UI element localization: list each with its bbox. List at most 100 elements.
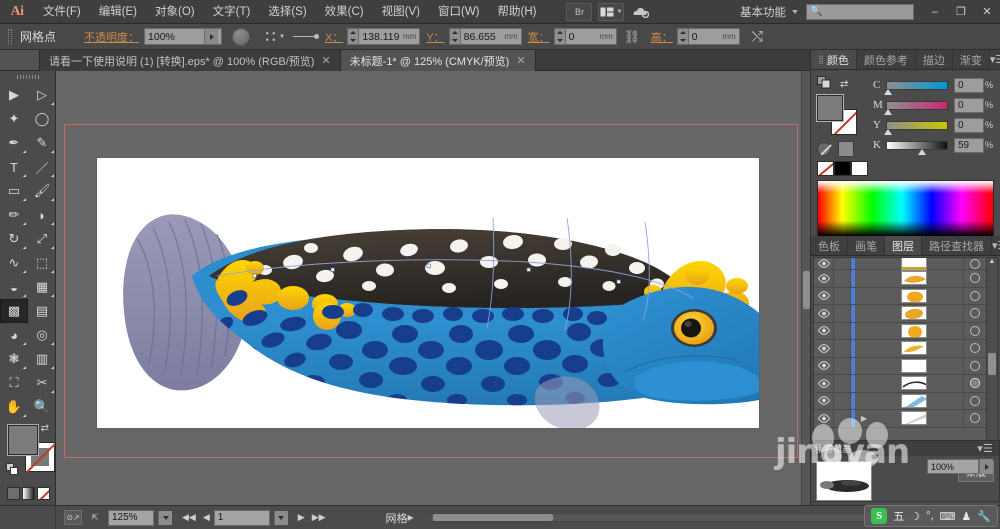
tab-swatches[interactable]: 色板 xyxy=(811,236,848,255)
rotate-tool[interactable]: ↻ xyxy=(0,227,28,251)
column-graph-tool[interactable]: ▥ xyxy=(28,347,56,371)
status-arrow-icon[interactable]: ▶ xyxy=(408,513,414,522)
fill-swatch[interactable] xyxy=(8,425,38,455)
ime-moon-icon[interactable]: ☽ xyxy=(910,510,920,523)
layer-row[interactable] xyxy=(814,340,997,358)
color-swatch-button[interactable] xyxy=(7,487,20,500)
channel-slider-m[interactable] xyxy=(886,101,948,110)
zoom-tool[interactable]: 🔍 xyxy=(28,395,56,419)
page-number-input[interactable]: 1 xyxy=(214,510,270,526)
zoom-level-input[interactable]: 125% xyxy=(108,510,154,526)
y-stepper[interactable] xyxy=(449,28,460,45)
navigator-zoom-dropdown-icon[interactable] xyxy=(979,459,993,474)
tab-layers[interactable]: 图层 xyxy=(885,236,922,255)
sogou-logo-icon[interactable]: S xyxy=(871,508,887,524)
blob-brush-tool[interactable]: ◗ xyxy=(28,203,56,227)
tab-brushes[interactable]: 画笔 xyxy=(848,236,885,255)
line-segment-tool[interactable]: ／ xyxy=(28,155,56,179)
none-swatch-button[interactable] xyxy=(37,487,50,500)
color-preview-swatch[interactable] xyxy=(838,141,854,157)
eye-icon[interactable] xyxy=(814,270,834,287)
eye-icon[interactable] xyxy=(814,393,834,410)
br-icon[interactable]: Br xyxy=(566,3,592,21)
zoom-dropdown-icon[interactable] xyxy=(158,511,172,525)
eye-icon[interactable] xyxy=(814,258,834,269)
search-input[interactable]: 🔍 xyxy=(806,4,914,20)
window-restore-button[interactable]: ❐ xyxy=(948,0,974,24)
layer-row[interactable] xyxy=(814,375,997,393)
x-label[interactable]: X： xyxy=(325,29,343,45)
layer-row[interactable]: ▶ xyxy=(814,410,997,428)
layer-target-indicator[interactable] xyxy=(963,410,985,427)
symbol-sprayer-tool[interactable]: ❃ xyxy=(0,347,28,371)
channel-value-c[interactable]: 0 xyxy=(954,78,984,93)
height-input[interactable]: 0 mm xyxy=(688,28,740,45)
align-icon[interactable]: ⤭ xyxy=(752,28,763,45)
layer-target-indicator[interactable] xyxy=(963,358,985,375)
lock-toggle[interactable] xyxy=(834,358,851,375)
tab-stroke[interactable]: 描边 xyxy=(916,50,953,69)
canvas-scroll-thumb[interactable] xyxy=(803,271,810,309)
width-label[interactable]: 宽： xyxy=(528,29,550,45)
layer-target-indicator[interactable] xyxy=(963,393,985,410)
gradient-tool[interactable]: ▤ xyxy=(28,299,56,323)
last-page-button[interactable]: ▶▶ xyxy=(312,512,326,523)
menu-effect[interactable]: 效果(C) xyxy=(316,0,373,24)
shape-builder-tool[interactable]: ◒ xyxy=(0,275,28,299)
panel-menu-icon[interactable]: ▾☰ xyxy=(990,50,1000,69)
layer-target-indicator[interactable] xyxy=(963,340,985,357)
eye-icon[interactable] xyxy=(814,323,834,340)
prev-page-button[interactable]: ◀ xyxy=(203,512,210,523)
control-bar-grip[interactable] xyxy=(8,29,12,45)
document-setup-icon[interactable]: ⊙↗ xyxy=(64,510,82,525)
opacity-dropdown-icon[interactable] xyxy=(204,29,218,44)
menu-edit[interactable]: 编辑(E) xyxy=(90,0,146,24)
menu-view[interactable]: 视图(V) xyxy=(373,0,429,24)
menu-help[interactable]: 帮助(H) xyxy=(489,0,546,24)
reference-point-icon[interactable]: ▼ xyxy=(264,30,285,43)
document-tab-1[interactable]: 请看一下使用说明 (1) [转换].eps* @ 100% (RGB/预览) ✕ xyxy=(40,50,341,71)
next-page-button[interactable]: ▶ xyxy=(298,512,305,523)
window-minimize-button[interactable]: – xyxy=(922,0,948,24)
scale-tool[interactable]: ⤢ xyxy=(28,227,56,251)
tools-panel-grip[interactable] xyxy=(0,71,55,83)
navigator-thumbnail[interactable] xyxy=(816,461,872,501)
tab-color-guide[interactable]: 颜色参考 xyxy=(857,50,916,69)
panel-menu-icon[interactable]: ▾☰ xyxy=(975,442,995,455)
layers-scroll-thumb[interactable] xyxy=(988,353,996,375)
ime-keyboard-icon[interactable]: ⌨ xyxy=(940,510,956,523)
lasso-tool[interactable]: ◯ xyxy=(28,107,56,131)
blend-tool[interactable]: ◎ xyxy=(28,323,56,347)
layer-row[interactable] xyxy=(814,358,997,376)
layer-row[interactable] xyxy=(814,305,997,323)
swatch-none[interactable] xyxy=(817,161,834,176)
tab-gradient[interactable]: 渐变 xyxy=(953,50,990,69)
lock-toggle[interactable] xyxy=(834,323,851,340)
channel-value-y[interactable]: 0 xyxy=(954,118,984,133)
eye-icon[interactable] xyxy=(814,375,834,392)
swatch-white[interactable] xyxy=(851,161,868,176)
eye-icon[interactable] xyxy=(814,288,834,305)
height-stepper[interactable] xyxy=(677,28,688,45)
lock-toggle[interactable] xyxy=(834,305,851,322)
share-icon[interactable]: ⇱ xyxy=(86,510,104,525)
scroll-up-icon[interactable]: ▲ xyxy=(989,258,996,268)
channel-slider-k[interactable] xyxy=(886,141,948,150)
channel-slider-c[interactable] xyxy=(886,81,948,90)
eyedropper-tool[interactable]: ◕ xyxy=(0,323,28,347)
selection-tool[interactable]: ▶ xyxy=(0,83,28,107)
document-tab-2[interactable]: 未标题-1* @ 125% (CMYK/预览) ✕ xyxy=(341,50,536,71)
layer-row[interactable] xyxy=(814,258,997,270)
opacity-input[interactable]: 100% xyxy=(144,28,222,45)
channel-value-k[interactable]: 59 xyxy=(954,138,984,153)
panel-menu-icon[interactable]: ▾☰ xyxy=(992,236,1000,255)
ime-user-icon[interactable]: ♟ xyxy=(961,510,971,523)
lock-toggle[interactable] xyxy=(834,258,851,269)
paintbrush-tool[interactable]: 🖌 xyxy=(28,179,56,203)
width-tool[interactable]: ∿ xyxy=(0,251,28,275)
menu-select[interactable]: 选择(S) xyxy=(259,0,315,24)
layer-target-indicator[interactable] xyxy=(963,258,985,269)
pencil-tool[interactable]: ✏ xyxy=(0,203,28,227)
workspace-switcher[interactable]: 基本功能 xyxy=(732,2,806,22)
layer-row[interactable] xyxy=(814,270,997,288)
